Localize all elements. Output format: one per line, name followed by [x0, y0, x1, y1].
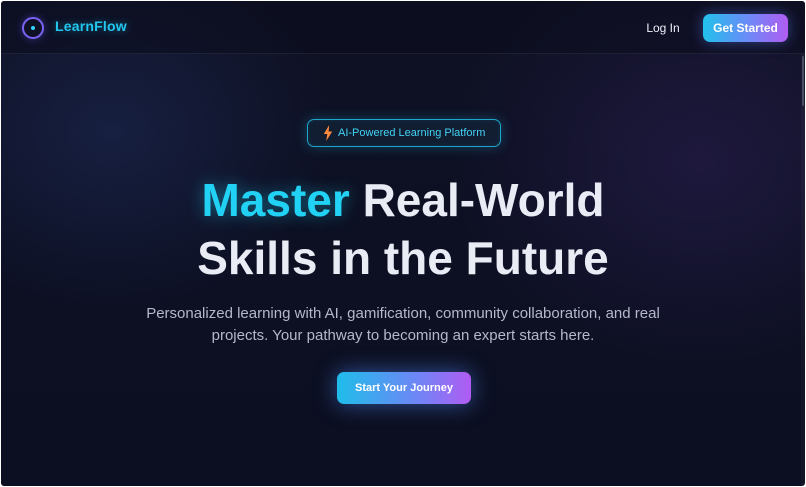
get-started-button[interactable]: Get Started [703, 14, 788, 42]
scrollbar-thumb[interactable] [802, 56, 804, 106]
feature-badge: AI-Powered Learning Platform [307, 119, 501, 147]
circle-logo-icon[interactable] [22, 17, 44, 39]
top-navigation-bar: LearnFlow Log In Get Started [1, 1, 805, 54]
log-in-button[interactable]: Log In [639, 15, 687, 41]
lightning-bolt-icon [323, 125, 333, 141]
hero-headline: Master Real-World Skills in the Future [1, 171, 805, 287]
hero-description: Personalized learning with AI, gamificat… [146, 305, 660, 344]
start-your-journey-button[interactable]: Start Your Journey [337, 372, 471, 404]
badge-label: AI-Powered Learning Platform [338, 127, 486, 139]
headline-line-2: Skills in the Future [197, 232, 609, 284]
brand-name[interactable]: LearnFlow [55, 18, 127, 34]
headline-line-1-rest: Real-World [362, 174, 605, 226]
headline-accent-word: Master [201, 174, 350, 226]
page: LearnFlow Log In Get Started AI-Powered … [1, 1, 805, 486]
